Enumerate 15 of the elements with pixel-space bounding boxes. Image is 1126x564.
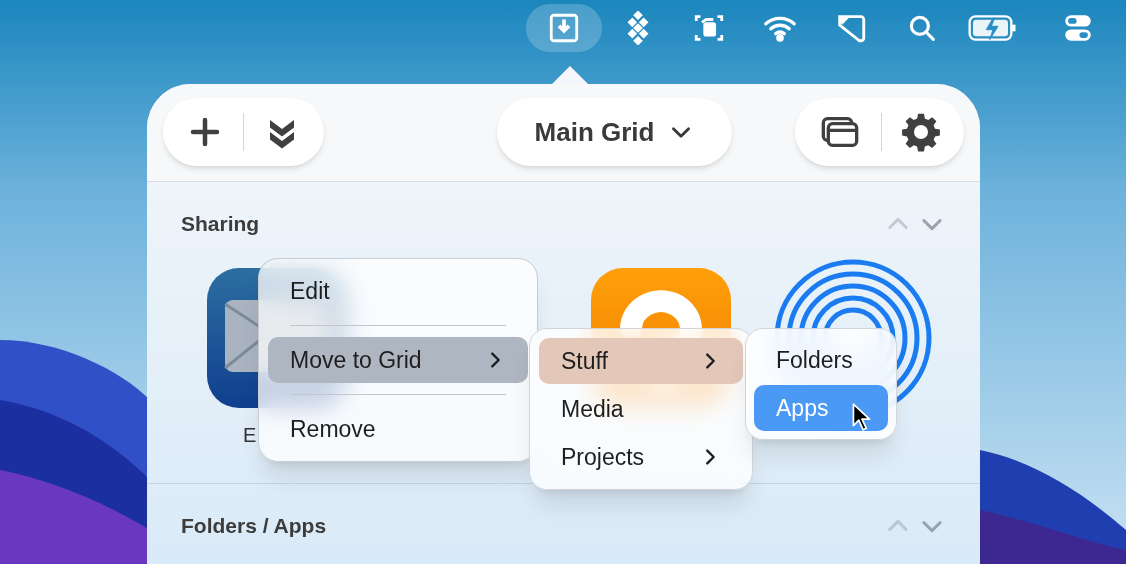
menu-item[interactable]: Remove [268, 406, 528, 452]
section-title: Folders / Apps [181, 513, 327, 540]
menu-bar-item[interactable] [526, 4, 602, 52]
download-icon [547, 11, 581, 45]
cursor-icon [851, 402, 873, 432]
menu-item[interactable]: Folders [754, 337, 888, 383]
menu-item[interactable]: Media [539, 386, 743, 432]
menu-item[interactable]: Stuff [539, 338, 743, 384]
menu-item[interactable]: Move to Grid [268, 337, 528, 383]
settings-icon[interactable] [900, 111, 942, 154]
menu-item[interactable]: Projects [539, 434, 743, 480]
app-label: E [243, 422, 257, 448]
grid-picker[interactable]: Main Grid [496, 98, 733, 167]
menu-item[interactable]: Edit [268, 268, 528, 314]
section-title: Sharing [181, 211, 260, 238]
